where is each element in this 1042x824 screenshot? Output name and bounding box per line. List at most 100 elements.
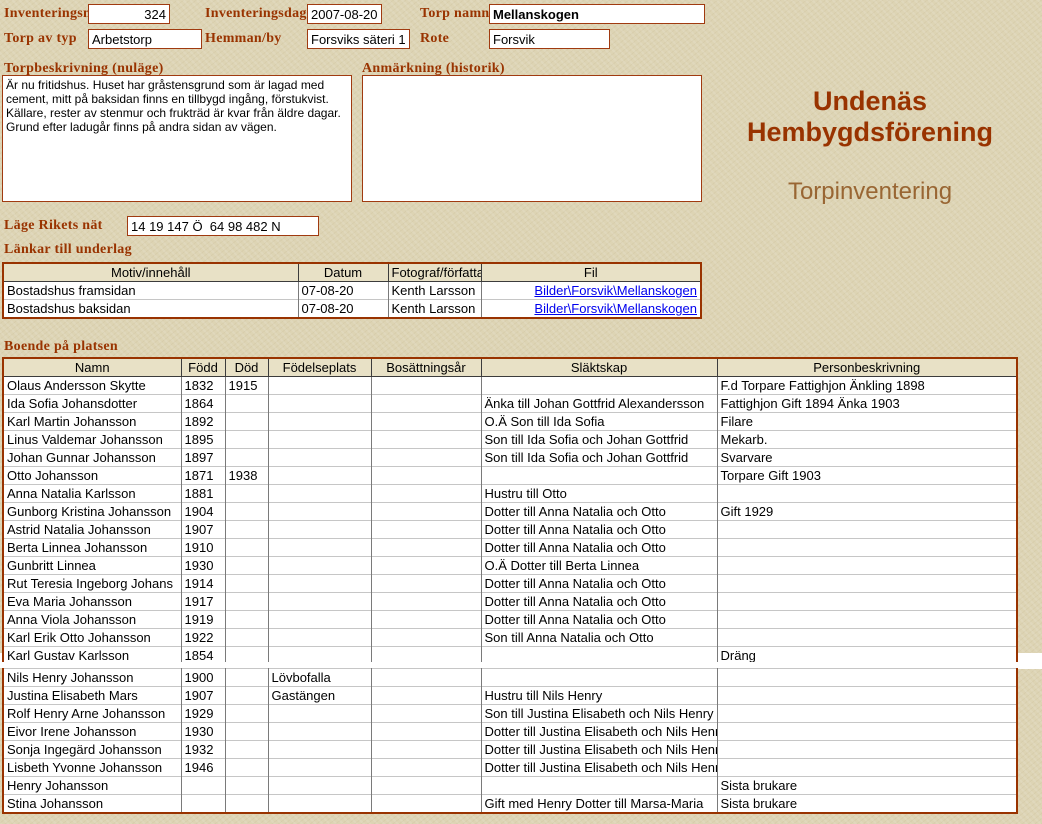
cell: 1854 <box>181 647 225 663</box>
table-row: Eivor Irene Johansson1930Dotter till Jus… <box>3 723 1017 741</box>
cell <box>268 521 371 539</box>
cell: Karl Martin Johansson <box>3 413 181 431</box>
cell <box>717 593 1017 611</box>
cell: 1892 <box>181 413 225 431</box>
table-row: Bostadshus framsidan07-08-20Kenth Larsso… <box>3 282 701 300</box>
table-row: Linus Valdemar Johansson1895Son till Ida… <box>3 431 1017 449</box>
table-row: Astrid Natalia Johansson1907Dotter till … <box>3 521 1017 539</box>
lage-rikets-nat-field[interactable] <box>127 216 319 236</box>
org-title-line1: Undenäs <box>718 86 1022 117</box>
org-title-block: Undenäs Hembygdsförening Torpinventering <box>718 86 1022 206</box>
cell <box>371 777 481 795</box>
residents-table-part2: Nils Henry Johansson1900LövbofallaJustin… <box>2 668 1018 814</box>
table-row: Olaus Andersson Skytte18321915F.d Torpar… <box>3 377 1017 395</box>
cell: Hustru till Otto <box>481 485 717 503</box>
cell <box>717 687 1017 705</box>
table-row: Anna Viola Johansson1919Dotter till Anna… <box>3 611 1017 629</box>
cell <box>371 431 481 449</box>
cell <box>181 777 225 795</box>
cell <box>268 557 371 575</box>
cell <box>371 705 481 723</box>
rote-field[interactable] <box>489 29 610 49</box>
cell <box>225 705 268 723</box>
lankar-till-underlag-label: Länkar till underlag <box>4 242 132 258</box>
cell <box>371 611 481 629</box>
residents-header-dod: Död <box>225 358 268 377</box>
cell: Sonja Ingegärd Johansson <box>3 741 181 759</box>
residents-table-part1-container: Namn Född Död Födelseplats Bosättningsår… <box>2 357 1018 662</box>
cell: Bostadshus baksidan <box>3 300 298 319</box>
cell <box>268 503 371 521</box>
file-link[interactable]: Bilder\Forsvik\Mellanskogen <box>534 283 697 298</box>
cell: Dotter till Anna Natalia och Otto <box>481 593 717 611</box>
residents-header-fodelseplats: Födelseplats <box>268 358 371 377</box>
cell <box>225 485 268 503</box>
cell: Anna Viola Johansson <box>3 611 181 629</box>
cell <box>225 723 268 741</box>
residents-table-part2-container: Nils Henry Johansson1900LövbofallaJustin… <box>2 668 1018 814</box>
inventeringsdag-field[interactable] <box>307 4 382 24</box>
table-row: Lisbeth Yvonne Johansson1946Dotter till … <box>3 759 1017 777</box>
cell <box>481 377 717 395</box>
residents-header-slaktskap: Släktskap <box>481 358 717 377</box>
cell: Son till Ida Sofia och Johan Gottfrid <box>481 449 717 467</box>
residents-header-row: Namn Född Död Födelseplats Bosättningsår… <box>3 358 1017 377</box>
cell: 1907 <box>181 521 225 539</box>
cell <box>717 521 1017 539</box>
cell <box>225 539 268 557</box>
cell <box>225 521 268 539</box>
cell <box>268 467 371 485</box>
cell: Karl Gustav Karlsson <box>3 647 181 663</box>
cell: Dotter till Anna Natalia och Otto <box>481 503 717 521</box>
cell <box>717 575 1017 593</box>
torp-av-typ-label: Torp av typ <box>4 31 77 47</box>
hemman-by-field[interactable] <box>307 29 410 49</box>
torpbeskrivning-textarea[interactable]: Är nu fritidshus. Huset har gråstensgrun… <box>2 75 352 202</box>
table-row: Johan Gunnar Johansson1897Son till Ida S… <box>3 449 1017 467</box>
cell: Lisbeth Yvonne Johansson <box>3 759 181 777</box>
cell <box>268 377 371 395</box>
cell: Filare <box>717 413 1017 431</box>
cell <box>225 647 268 663</box>
cell: 1864 <box>181 395 225 413</box>
cell: Bostadshus framsidan <box>3 282 298 300</box>
table-row: Justina Elisabeth Mars1907GastängenHustr… <box>3 687 1017 705</box>
cell: Sista brukare <box>717 777 1017 795</box>
cell <box>481 647 717 663</box>
cell: 07-08-20 <box>298 282 388 300</box>
cell: Dotter till Justina Elisabeth och Nils H… <box>481 723 717 741</box>
torp-namn-label: Torp namn <box>420 6 490 22</box>
hemman-by-label: Hemman/by <box>205 31 282 47</box>
table-row: Berta Linnea Johansson1910Dotter till An… <box>3 539 1017 557</box>
table-row: Stina JohanssonGift med Henry Dotter til… <box>3 795 1017 814</box>
cell: Nils Henry Johansson <box>3 669 181 687</box>
cell: Dotter till Anna Natalia och Otto <box>481 611 717 629</box>
cell <box>268 611 371 629</box>
file-link[interactable]: Bilder\Forsvik\Mellanskogen <box>534 301 697 316</box>
cell <box>371 629 481 647</box>
cell: Gastängen <box>268 687 371 705</box>
cell: Eivor Irene Johansson <box>3 723 181 741</box>
table-row: Sonja Ingegärd Johansson1932Dotter till … <box>3 741 1017 759</box>
cell <box>371 521 481 539</box>
cell: Gift 1929 <box>717 503 1017 521</box>
torp-av-typ-field[interactable] <box>88 29 202 49</box>
cell <box>717 539 1017 557</box>
cell <box>371 503 481 521</box>
cell <box>225 395 268 413</box>
cell <box>481 467 717 485</box>
cell <box>371 741 481 759</box>
cell: Karl Erik Otto Johansson <box>3 629 181 647</box>
cell: Justina Elisabeth Mars <box>3 687 181 705</box>
anmarkning-textarea[interactable] <box>362 75 702 202</box>
inventeringsnr-field[interactable] <box>88 4 170 24</box>
cell <box>268 723 371 741</box>
cell: Dräng <box>717 647 1017 663</box>
cell: 1915 <box>225 377 268 395</box>
residents-header-namn: Namn <box>3 358 181 377</box>
torp-namn-field[interactable] <box>489 4 705 24</box>
cell <box>371 449 481 467</box>
table-row: Rut Teresia Ingeborg Johans1914Dotter ti… <box>3 575 1017 593</box>
table-row: Karl Erik Otto Johansson1922Son till Ann… <box>3 629 1017 647</box>
cell: Anna Natalia Karlsson <box>3 485 181 503</box>
